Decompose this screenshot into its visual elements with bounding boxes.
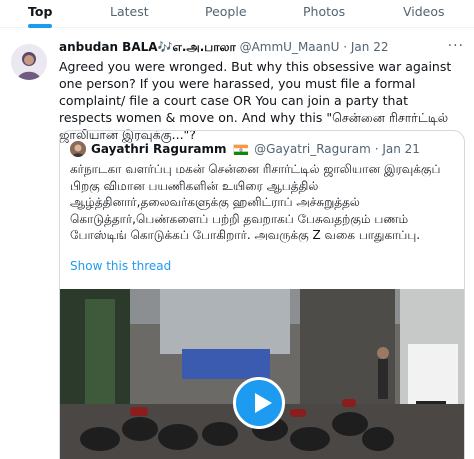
tab-latest[interactable]: Latest: [110, 0, 149, 24]
tab-latest-label: Latest: [110, 4, 149, 19]
quoted-author-handle[interactable]: @Gayatri_Raguram: [254, 142, 371, 156]
tab-people[interactable]: People: [205, 0, 247, 24]
tweet-date[interactable]: Jan 22: [351, 40, 389, 54]
tab-videos-label: Videos: [403, 4, 445, 19]
tweet-header: anbudan BALA🎶எ.அ.பாலா @AmmU_MaanU · Jan …: [59, 38, 464, 58]
tab-photos-label: Photos: [303, 4, 346, 19]
tab-top[interactable]: Top: [28, 0, 53, 28]
quoted-avatar[interactable]: [70, 141, 86, 157]
video-player[interactable]: [60, 289, 464, 459]
active-tab-indicator: [28, 24, 53, 28]
search-tabs: Top Latest People Photos Videos: [0, 0, 474, 28]
author-name[interactable]: anbudan BALA🎶எ.அ.பாலா: [59, 40, 236, 54]
quoted-header: Gayathri Raguramm @Gayatri_Raguram · Jan…: [91, 141, 420, 157]
tab-top-label: Top: [28, 4, 53, 19]
india-flag-icon: [233, 144, 249, 155]
tab-photos[interactable]: Photos: [303, 0, 345, 24]
tab-people-label: People: [205, 4, 247, 19]
separator-dot: ·: [374, 142, 379, 156]
avatar[interactable]: [11, 44, 47, 80]
more-icon[interactable]: ···: [448, 38, 464, 54]
quoted-date[interactable]: Jan 21: [382, 142, 420, 156]
show-thread-link[interactable]: Show this thread: [70, 259, 171, 273]
quoted-text: கர்நாடகா வளர்ப்பு மகன் சென்னை ரிசார்ட்டி…: [70, 162, 441, 243]
play-icon[interactable]: [233, 377, 285, 429]
separator-dot: ·: [343, 40, 348, 54]
quoted-tweet[interactable]: Gayathri Raguramm @Gayatri_Raguram · Jan…: [59, 130, 465, 459]
quoted-author-name[interactable]: Gayathri Raguramm: [91, 142, 226, 156]
video-thumbnail: [60, 289, 464, 459]
tab-videos[interactable]: Videos: [403, 0, 445, 24]
author-handle[interactable]: @AmmU_MaanU: [240, 40, 340, 54]
